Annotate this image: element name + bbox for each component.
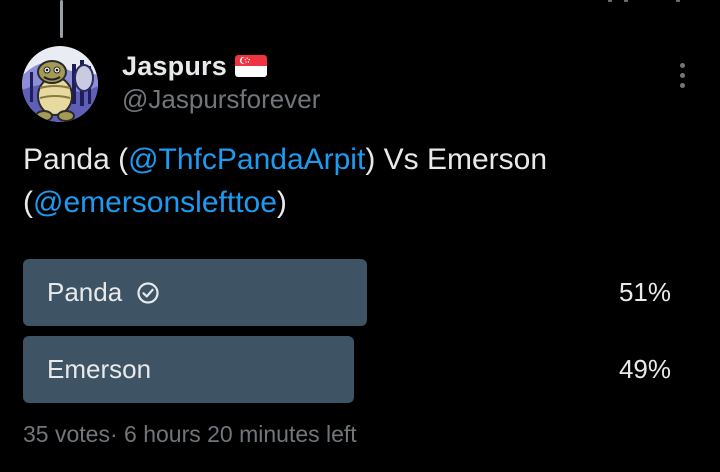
top-cutoff-icon [608, 0, 612, 2]
tweet-text-segment: Panda ( [23, 143, 129, 176]
poll-option-percent: 51% [618, 277, 671, 307]
poll-option-label-row: Emerson [47, 336, 151, 403]
top-cutoff-icon [624, 0, 628, 2]
poll-meta-separator: · [109, 421, 118, 447]
poll-option-percent: 49% [618, 354, 671, 384]
more-dot-icon [679, 62, 685, 68]
author-handle[interactable]: @Jaspursforever [122, 84, 320, 115]
top-cutoff-icon [676, 0, 680, 2]
poll-meta: 35 votes· 6 hours 20 minutes left [23, 421, 357, 448]
poll-option-panda[interactable]: Panda 51% [23, 259, 675, 326]
more-options-button[interactable] [668, 58, 696, 92]
mention-link[interactable]: @ThfcPandaArpit [128, 143, 365, 176]
singapore-flag-icon [234, 55, 267, 77]
check-circle-icon [136, 281, 160, 305]
display-name[interactable]: Jaspurs [122, 51, 227, 82]
poll-vote-count: 35 votes [23, 421, 110, 447]
more-dot-icon [679, 82, 685, 88]
poll-option-label: Panda [47, 277, 123, 307]
poll-option-label-row: Panda [47, 259, 160, 326]
more-dot-icon [679, 72, 685, 78]
author-name-row: Jaspurs [122, 49, 267, 83]
poll-time-left: 6 hours 20 minutes left [124, 421, 357, 447]
avatar[interactable] [22, 46, 98, 122]
avatar-image [22, 46, 98, 122]
tweet-text: Panda (@ThfcPandaArpit) Vs Emerson (@eme… [23, 138, 683, 224]
poll-option-label: Emerson [47, 354, 152, 384]
mention-link[interactable]: @emersonslefttoe [33, 186, 277, 219]
tweet-text-segment: ) [276, 186, 287, 219]
poll-option-emerson[interactable]: Emerson 49% [23, 336, 675, 403]
thread-connector-line [60, 0, 63, 38]
